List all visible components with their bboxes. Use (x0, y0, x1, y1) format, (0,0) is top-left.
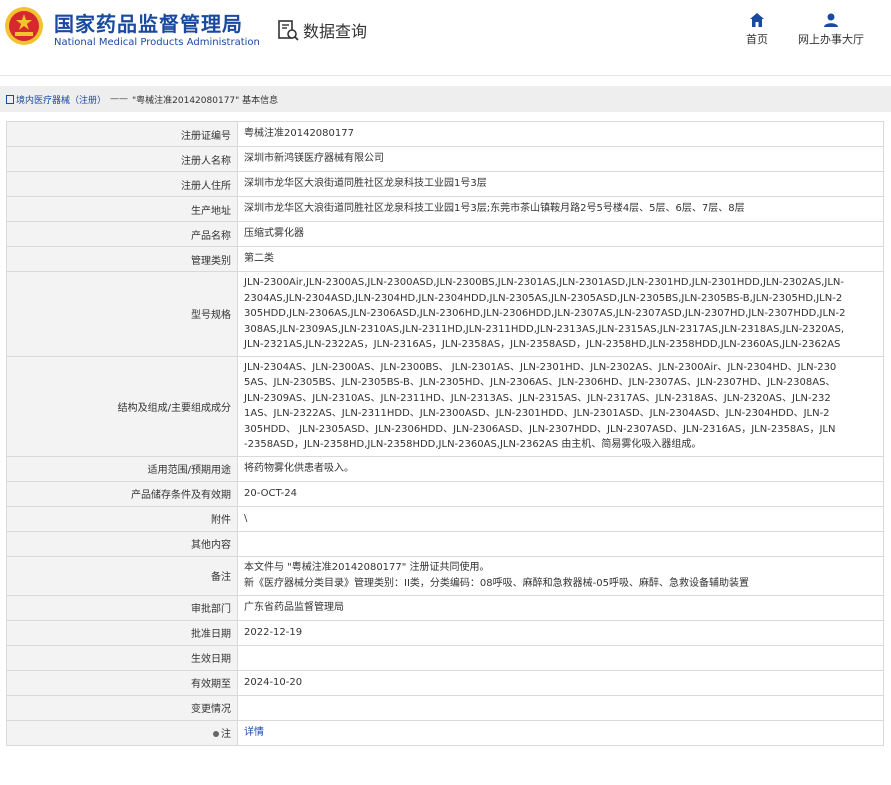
nav-home[interactable]: 首页 (739, 12, 775, 47)
field-label: 生产地址 (6, 196, 238, 222)
field-label: 生效日期 (6, 644, 238, 671)
value-line: JLN-2309AS、JLN-2310AS、JLN-2311HD、JLN-231… (244, 392, 831, 404)
field-label: 注册人名称 (6, 146, 238, 172)
document-icon (6, 94, 14, 104)
table-row: 注册证编号 粤械注准20142080177 (6, 121, 884, 147)
field-value (237, 530, 884, 557)
table-row: 生效日期 (6, 644, 884, 671)
field-value: JLN-2304AS、JLN-2300AS、JLN-2300BS、 JLN-23… (237, 355, 884, 457)
field-value: 详情 (237, 719, 884, 746)
breadcrumb: 境内医疗器械（注册） —— "粤械注准20142080177" 基本信息 (0, 86, 891, 112)
field-value: 将药物雾化供患者吸入。 (237, 455, 884, 482)
field-label: 变更情况 (6, 694, 238, 721)
table-row: 生产地址 深圳市龙华区大浪街道同胜社区龙泉科技工业园1号3层;东莞市茶山镇鞍月路… (6, 196, 884, 222)
breadcrumb-separator: —— (110, 94, 129, 104)
table-row: 注 详情 (6, 719, 884, 746)
field-value: \ (237, 505, 884, 532)
field-value: 本文件与 "粤械注准20142080177" 注册证共同使用。 新《医疗器械分类… (237, 555, 884, 596)
value-line: 305HDD,JLN-2306AS,JLN-2306ASD,JLN-2306HD… (244, 308, 846, 319)
field-label: 产品储存条件及有效期 (6, 480, 238, 507)
value-line: 5AS、JLN-2305BS、JLN-2305BS-B、JLN-2305HD、J… (244, 377, 836, 388)
field-label: 批准日期 (6, 619, 238, 646)
value-line: 新《医疗器械分类目录》管理类别：II类，分类编码：08呼吸、麻醉和急救器械-05… (244, 577, 749, 589)
field-label: 附件 (6, 505, 238, 532)
field-label: 有效期至 (6, 669, 238, 696)
nav-online-office-label: 网上办事大厅 (798, 33, 864, 46)
value-line: JLN-2321AS,JLN-2322AS，JLN-2316AS，JLN-235… (244, 339, 841, 350)
table-row: 有效期至 2024-10-20 (6, 669, 884, 696)
field-value: 粤械注准20142080177 (237, 121, 884, 147)
details-link[interactable]: 详情 (244, 727, 264, 738)
value-line: 305HDD、 JLN-2305ASD、JLN-2306HDD、JLN-2306… (244, 423, 836, 435)
field-value (237, 644, 884, 671)
data-query-label: 数据查询 (303, 22, 368, 41)
header-divider (0, 75, 891, 76)
table-row: 审批部门 广东省药品监督管理局 (6, 594, 884, 621)
field-label: 适用范围/预期用途 (6, 455, 238, 482)
note-label: 注 (221, 729, 231, 740)
data-query-title: 数据查询 (277, 18, 367, 42)
field-value: JLN-2300Air,JLN-2300AS,JLN-2300ASD,JLN-2… (237, 271, 884, 357)
table-row: 变更情况 (6, 694, 884, 721)
field-label: 备注 (6, 555, 238, 596)
breadcrumb-link[interactable]: 境内医疗器械（注册） (16, 93, 106, 106)
user-icon (824, 13, 838, 27)
table-row: 其他内容 (6, 530, 884, 557)
field-label: 其他内容 (6, 530, 238, 557)
table-row: 结构及组成/主要组成成分 JLN-2304AS、JLN-2300AS、JLN-2… (6, 355, 884, 457)
field-value: 深圳市龙华区大浪街道同胜社区龙泉科技工业园1号3层;东莞市茶山镇鞍月路2号5号楼… (237, 196, 884, 222)
field-value: 深圳市新鸿镁医疗器械有限公司 (237, 146, 884, 172)
table-row: 适用范围/预期用途 将药物雾化供患者吸入。 (6, 455, 884, 482)
brand-name-cn: 国家药品监督管理局 (54, 12, 243, 36)
field-value: 第二类 (237, 246, 884, 272)
value-line: 本文件与 "粤械注准20142080177" 注册证共同使用。 (244, 562, 490, 573)
value-line: JLN-2300Air,JLN-2300AS,JLN-2300ASD,JLN-2… (244, 277, 844, 288)
field-label: 产品名称 (6, 221, 238, 247)
pin-icon (213, 731, 219, 737)
table-row: 管理类别 第二类 (6, 246, 884, 272)
field-label: 注册证编号 (6, 121, 238, 147)
field-label: 管理类别 (6, 246, 238, 272)
table-row: 备注 本文件与 "粤械注准20142080177" 注册证共同使用。 新《医疗器… (6, 555, 884, 596)
detail-table: 注册证编号 粤械注准20142080177 注册人名称 深圳市新鸿镁医疗器械有限… (6, 121, 884, 746)
field-value (237, 694, 884, 721)
value-line: 2304AS,JLN-2304ASD,JLN-2304HD,JLN-2304HD… (244, 292, 843, 304)
table-row: 批准日期 2022-12-19 (6, 619, 884, 646)
field-label: 注册人住所 (6, 171, 238, 197)
field-value: 2024-10-20 (237, 669, 884, 696)
value-line: 308AS,JLN-2309AS,JLN-2310AS,JLN-2311HD,J… (244, 323, 845, 335)
field-value: 压缩式雾化器 (237, 221, 884, 247)
table-row: 产品储存条件及有效期 20-OCT-24 (6, 480, 884, 507)
brand-name-en: National Medical Products Administration (54, 37, 260, 48)
field-label: 审批部门 (6, 594, 238, 621)
table-row: 产品名称 压缩式雾化器 (6, 221, 884, 247)
site-header: 国家药品监督管理局 National Medical Products Admi… (0, 0, 891, 76)
field-value: 广东省药品监督管理局 (237, 594, 884, 621)
value-line: JLN-2304AS、JLN-2300AS、JLN-2300BS、 JLN-23… (244, 361, 837, 373)
field-label-note: 注 (6, 719, 238, 746)
field-label: 型号规格 (6, 271, 238, 357)
table-row: 型号规格 JLN-2300Air,JLN-2300AS,JLN-2300ASD,… (6, 271, 884, 357)
breadcrumb-current: "粤械注准20142080177" 基本信息 (132, 95, 279, 106)
home-icon (750, 13, 764, 27)
nav-online-office[interactable]: 网上办事大厅 (795, 12, 867, 47)
table-row: 注册人名称 深圳市新鸿镁医疗器械有限公司 (6, 146, 884, 172)
field-value: 20-OCT-24 (237, 480, 884, 507)
value-line: 1AS、JLN-2322AS、JLN-2311HDD、JLN-2300ASD、J… (244, 408, 830, 419)
field-value: 2022-12-19 (237, 619, 884, 646)
table-row: 附件 \ (6, 505, 884, 532)
field-value: 深圳市龙华区大浪街道同胜社区龙泉科技工业园1号3层 (237, 171, 884, 197)
nav-home-label: 首页 (746, 33, 768, 46)
document-search-icon (278, 20, 299, 41)
table-row: 注册人住所 深圳市龙华区大浪街道同胜社区龙泉科技工业园1号3层 (6, 171, 884, 197)
value-line: -2358ASD，JLN-2358HD,JLN-2358HDD,JLN-2360… (244, 439, 702, 450)
national-emblem-icon (5, 7, 43, 45)
field-label: 结构及组成/主要组成成分 (6, 355, 238, 457)
